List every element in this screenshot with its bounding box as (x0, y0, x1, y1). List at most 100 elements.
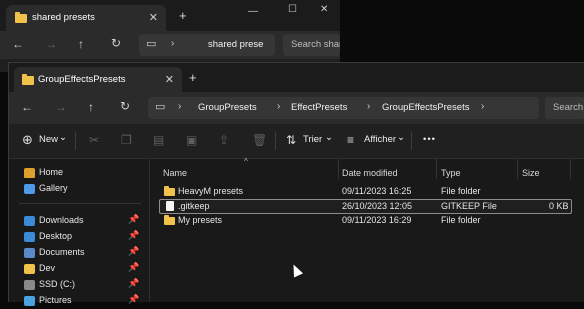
forward-arrow-icon[interactable]: → (55, 100, 67, 114)
file-size: 0 KB (549, 201, 569, 211)
minimize-button[interactable]: — (248, 6, 258, 17)
navigation-bar: ← → ↑ ↻ ▭ › GroupPresets › EffectPresets… (9, 92, 584, 124)
sidebar-item-desktop[interactable]: Desktop 📌 (9, 229, 149, 245)
refresh-icon[interactable]: ↻ (120, 99, 130, 113)
pin-icon[interactable]: 📌 (128, 230, 139, 241)
chevron-right-icon[interactable]: › (178, 101, 181, 112)
home-icon (24, 168, 35, 178)
pin-icon[interactable]: 📌 (128, 262, 139, 273)
back-arrow-icon[interactable]: ← (21, 100, 33, 114)
sidebar-item-dev[interactable]: Dev 📌 (9, 261, 149, 277)
chevron-right-icon[interactable]: › (367, 101, 370, 112)
file-name: My presets (178, 215, 223, 225)
refresh-icon[interactable]: ↻ (111, 36, 121, 50)
copy-icon[interactable]: ❐ (121, 133, 132, 147)
navigation-bar: ← → ↑ ↻ ▭ › shared prese Search shar (0, 31, 340, 59)
sidebar-item-pictures[interactable]: Pictures 📌 (9, 293, 149, 309)
toolbar-divider (275, 132, 276, 150)
file-date: 26/10/2023 12:05 (342, 201, 413, 211)
close-icon[interactable]: ✕ (165, 73, 174, 86)
up-arrow-icon[interactable]: ↑ (78, 37, 84, 51)
more-options-button[interactable]: ••• (423, 134, 436, 145)
delete-icon[interactable]: 🗑 (252, 133, 267, 147)
list-item[interactable]: My presets 09/11/2023 16:29 File folder (159, 214, 570, 227)
column-header-type[interactable]: Type (441, 168, 461, 178)
column-divider[interactable] (517, 159, 518, 179)
maximize-button[interactable]: ☐ (288, 4, 297, 15)
file-date: 09/11/2023 16:25 (342, 186, 412, 196)
search-box[interactable]: Search G (545, 97, 584, 119)
list-item[interactable]: HeavyM presets 09/11/2023 16:25 File fol… (159, 185, 570, 198)
breadcrumb-group-effects-presets[interactable]: GroupEffectsPresets (382, 102, 469, 113)
paste-icon[interactable]: ▤ (153, 133, 164, 147)
sidebar-item-ssd[interactable]: SSD (C:) 📌 (9, 277, 149, 293)
chevron-down-icon[interactable]: ⌄ (325, 132, 333, 143)
desktop-icon (24, 232, 35, 242)
folder-icon (164, 215, 175, 225)
download-icon (24, 216, 35, 226)
sidebar-item-documents[interactable]: Documents 📌 (9, 245, 149, 261)
monitor-icon: ▭ (155, 101, 166, 113)
chevron-right-icon[interactable]: › (481, 101, 484, 112)
tab-bar: shared presets ✕ + — ☐ ✕ (0, 0, 340, 31)
new-tab-button[interactable]: + (179, 8, 187, 23)
breadcrumb-effect-presets[interactable]: EffectPresets (291, 102, 347, 113)
pin-icon[interactable]: 📌 (128, 278, 139, 289)
monitor-icon: ▭ (146, 38, 157, 50)
file-icon (166, 201, 174, 211)
folder-icon (24, 264, 35, 274)
tab-shared-presets[interactable]: shared presets ✕ (6, 5, 166, 31)
column-divider[interactable] (338, 159, 339, 179)
search-placeholder: Search shar (291, 39, 340, 50)
pin-icon[interactable]: 📌 (128, 214, 139, 225)
column-header-size[interactable]: Size (522, 168, 540, 178)
cut-icon[interactable]: ✂ (89, 133, 99, 147)
rename-icon[interactable]: ▣ (186, 133, 197, 147)
back-arrow-icon[interactable]: ← (12, 37, 24, 51)
sidebar-item-label: Dev (39, 263, 56, 273)
chevron-right-icon[interactable]: › (171, 38, 174, 49)
view-button[interactable]: Afficher (364, 134, 396, 145)
column-header-name[interactable]: Name (163, 168, 187, 178)
command-bar: ⊕ New ⌄ ✂ ❐ ▤ ▣ ⇪ 🗑 ⇅ Trier ⌄ ≡ Afficher… (9, 124, 584, 159)
new-button[interactable]: New (39, 134, 58, 145)
toolbar-divider (75, 132, 76, 150)
file-name: .gitkeep (178, 201, 210, 211)
chevron-down-icon[interactable]: ⌄ (59, 132, 67, 143)
sidebar-item-gallery[interactable]: Gallery (9, 181, 149, 197)
pin-icon[interactable]: 📌 (128, 246, 139, 257)
breadcrumb-group-presets[interactable]: GroupPresets (198, 102, 257, 113)
chevron-down-icon[interactable]: ⌄ (397, 132, 405, 143)
forward-arrow-icon[interactable]: → (45, 37, 57, 51)
navigation-pane: Home Gallery Downloads 📌 Desktop 📌 Docum… (9, 159, 150, 306)
new-tab-button[interactable]: + (189, 70, 197, 85)
sort-button[interactable]: Trier (303, 134, 322, 145)
share-icon[interactable]: ⇪ (219, 133, 229, 147)
column-header-date[interactable]: Date modified (342, 168, 398, 178)
sidebar-item-label: Pictures (39, 295, 72, 305)
up-arrow-icon[interactable]: ↑ (88, 100, 94, 114)
sidebar-item-home[interactable]: Home (9, 165, 149, 181)
tab-group-effects-presets[interactable]: GroupEffectsPresets ✕ (14, 67, 182, 92)
sort-caret-icon: ^ (244, 157, 248, 166)
sidebar-item-label: Downloads (39, 215, 84, 225)
tab-title: GroupEffectsPresets (38, 74, 126, 85)
list-item[interactable]: .gitkeep 26/10/2023 12:05 GITKEEP File 0… (159, 199, 572, 214)
sidebar-divider (19, 203, 141, 204)
file-type: File folder (441, 215, 481, 225)
search-box[interactable]: Search shar (283, 34, 340, 56)
address-bar[interactable]: ▭ › GroupPresets › EffectPresets › Group… (148, 97, 539, 119)
close-window-button[interactable]: ✕ (320, 4, 328, 15)
sidebar-item-downloads[interactable]: Downloads 📌 (9, 213, 149, 229)
gallery-icon (24, 184, 35, 194)
chevron-right-icon[interactable]: › (277, 101, 280, 112)
folder-icon (164, 186, 175, 196)
column-divider[interactable] (570, 159, 571, 179)
documents-icon (24, 248, 35, 258)
column-divider[interactable] (436, 159, 437, 179)
file-list: ^ Name Date modified Type Size HeavyM pr… (150, 157, 584, 302)
folder-icon (22, 74, 34, 85)
pin-icon[interactable]: 📌 (128, 294, 139, 305)
address-bar[interactable]: ▭ › shared prese (139, 34, 275, 56)
close-icon[interactable]: ✕ (149, 11, 158, 24)
